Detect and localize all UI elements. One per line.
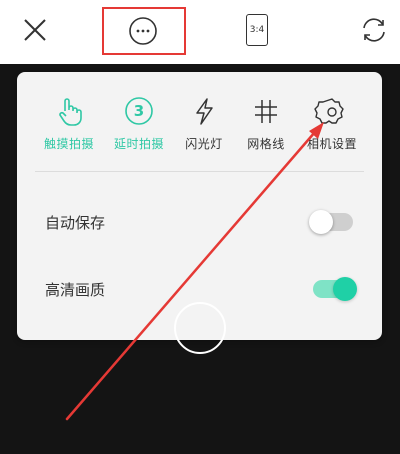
annotation-highlight-box <box>102 7 186 55</box>
panel-divider <box>35 171 364 172</box>
option-grid-lines[interactable]: 网格线 <box>230 96 302 152</box>
auto-save-toggle[interactable] <box>309 210 353 234</box>
option-label: 延时拍摄 <box>113 137 164 151</box>
toggle-knob <box>309 210 333 234</box>
switch-camera-icon[interactable] <box>359 15 389 45</box>
toggle-knob <box>333 277 357 301</box>
hd-quality-label: 高清画质 <box>45 281 106 299</box>
grid-icon <box>255 100 277 123</box>
option-label: 相机设置 <box>306 137 357 151</box>
touch-icon <box>59 98 82 126</box>
settings-gear-icon <box>314 98 344 124</box>
aspect-ratio-label: 3:4 <box>249 25 265 35</box>
timer-badge: 3 <box>133 102 145 120</box>
close-icon[interactable] <box>22 17 48 43</box>
option-touch-shoot[interactable]: 触摸拍摄 <box>33 96 105 152</box>
option-label: 触摸拍摄 <box>43 137 94 151</box>
aspect-ratio-button[interactable]: 3:4 <box>246 14 268 46</box>
top-toolbar: 3:4 <box>0 0 400 64</box>
auto-save-label: 自动保存 <box>45 214 106 232</box>
option-label: 网格线 <box>247 137 285 151</box>
settings-panel: 触摸拍摄 3 延时拍摄 闪光灯 网格线 相机设置 自动保存 高清画质 <box>17 72 382 340</box>
shutter-button[interactable] <box>174 302 226 354</box>
option-camera-settings[interactable]: 相机设置 <box>296 96 368 152</box>
hd-quality-toggle[interactable] <box>313 277 357 301</box>
option-timer-shoot[interactable]: 3 延时拍摄 <box>103 96 175 152</box>
